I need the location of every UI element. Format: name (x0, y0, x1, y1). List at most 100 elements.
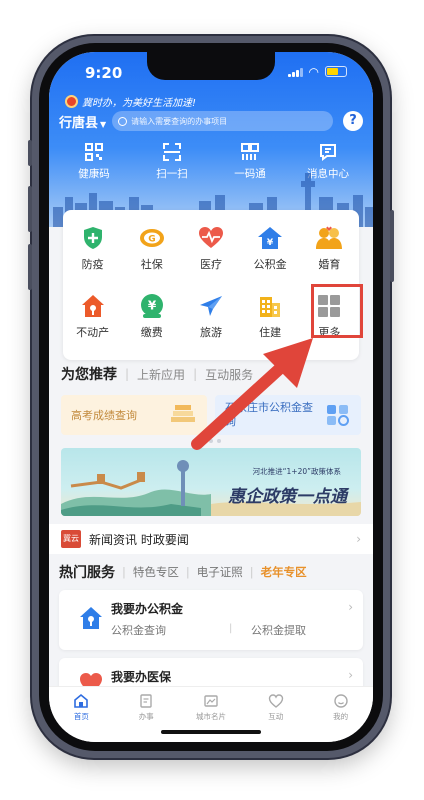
tab-divider: | (125, 367, 130, 381)
tab-interactive[interactable]: 互动服务 (205, 366, 253, 383)
tab-divider: | (185, 565, 190, 579)
search-input[interactable]: 请输入需要查询的办事项目 (112, 111, 333, 131)
phone-screen: 9:20 ◠ 冀时办，为美好生活加速! 行唐县 ▼ 请输入需要查询的办事项目 ? … (49, 52, 373, 742)
county-selector[interactable]: 行唐县 ▼ (59, 112, 106, 131)
recommend-cards: 高考成绩查询 石家庄市公积金查询 (61, 395, 361, 435)
tab-hot-services[interactable]: 热门服务 (59, 562, 115, 582)
news-text: 新闻资讯 时政要闻 (89, 532, 189, 547)
tab-city-card[interactable]: 城市名片 (181, 693, 241, 742)
tab-affairs[interactable]: 办事 (116, 693, 176, 742)
wifi-icon: ◠ (308, 64, 319, 79)
tab-label: 互动 (268, 712, 284, 721)
tab-label: 城市名片 (195, 712, 226, 721)
home-indicator (161, 730, 261, 734)
house-fund-icon: ¥ (256, 224, 284, 252)
building-icon (256, 292, 284, 320)
service-title: 我要办公积金 (111, 602, 184, 616)
svg-text:¥: ¥ (148, 299, 157, 313)
service-epidemic[interactable]: 防疫 (65, 224, 121, 272)
service-label: 住建 (259, 326, 282, 339)
service-label: 缴费 (140, 326, 163, 339)
payment-icon: ¥ (138, 292, 166, 320)
service-payment[interactable]: ¥ 缴费 (124, 292, 180, 340)
card-label: 石家庄市公积金查询 (225, 401, 313, 428)
volume-down-button (28, 244, 32, 290)
service-label: 医疗 (199, 258, 222, 271)
battery-icon (325, 66, 347, 77)
city-card-icon (204, 695, 218, 707)
search-placeholder: 请输入需要查询的办事项目 (131, 116, 228, 126)
banner-subtitle: 河北推进“1+20”政策体系 (252, 467, 341, 476)
county-label: 行唐县 (59, 115, 99, 131)
tab-featured-zone[interactable]: 特色专区 (133, 564, 179, 580)
tab-recommended[interactable]: 为您推荐 (61, 364, 117, 384)
service-label: 公积金 (253, 258, 287, 271)
carousel-indicator (197, 439, 221, 443)
couple-icon (315, 224, 343, 252)
app-logo-icon (65, 95, 78, 108)
service-marriage-birth[interactable]: 婚育 (301, 224, 357, 272)
service-medical[interactable]: 医疗 (183, 224, 239, 272)
mute-switch (28, 140, 32, 166)
heart-pulse-icon (197, 224, 225, 252)
message-icon (320, 144, 336, 161)
card-label: 高考成绩查询 (71, 409, 137, 422)
search-icon (118, 116, 128, 126)
slogan-text: 冀时办，为美好生活加速! (82, 98, 197, 109)
apps-icon (327, 405, 349, 426)
link-fund-query[interactable]: 公积金查询 (111, 622, 166, 638)
service-title: 我要办医保 (111, 670, 172, 684)
service-grid: 防疫 G 社保 医疗 ¥ 公积金 婚育 不动产 ¥ 缴费 旅游 住建 更多 (63, 210, 363, 360)
chevron-right-icon: › (348, 668, 353, 682)
tab-profile[interactable]: 我的 (311, 693, 371, 742)
tab-label: 首页 (73, 712, 89, 721)
svg-text:¥: ¥ (267, 238, 274, 248)
service-card-housing-fund[interactable]: 我要办公积金 公积金查询 | 公积金提取 › (59, 590, 363, 650)
notch (147, 52, 275, 80)
hot-service-tabs: 热门服务 | 特色专区 | 电子证照 | 老年专区 (59, 562, 307, 582)
service-label: 防疫 (81, 258, 104, 271)
tab-home[interactable]: 首页 (51, 693, 111, 742)
plane-icon (197, 292, 225, 320)
house-key-icon (80, 607, 102, 629)
chevron-down-icon: ▼ (100, 119, 107, 129)
status-time: 9:20 (85, 64, 123, 82)
document-icon (140, 694, 152, 708)
status-icons: ◠ (287, 64, 347, 79)
heart-outline-icon (268, 694, 283, 708)
service-label: 婚育 (318, 258, 341, 271)
link-fund-withdraw[interactable]: 公积金提取 (251, 622, 306, 638)
tab-divider: | (193, 367, 198, 381)
service-travel[interactable]: 旅游 (183, 292, 239, 340)
tab-elderly-zone[interactable]: 老年专区 (261, 564, 307, 580)
card-sjz-housing-fund[interactable]: 石家庄市公积金查询 (215, 395, 361, 435)
power-button (390, 210, 394, 282)
customer-service-icon[interactable]: ? (343, 111, 363, 131)
service-housing-fund[interactable]: ¥ 公积金 (242, 224, 298, 272)
tab-interact[interactable]: 互动 (246, 693, 306, 742)
volume-up-button (28, 186, 32, 232)
app-slogan: 冀时办，为美好生活加速! (65, 94, 196, 109)
user-icon (333, 694, 348, 708)
scan-icon (163, 143, 181, 161)
tab-divider: | (122, 565, 126, 579)
tab-divider: | (249, 565, 254, 579)
service-label: 旅游 (199, 326, 222, 339)
social-security-icon: G (138, 224, 166, 252)
promo-banner[interactable]: 河北推进“1+20”政策体系 惠企政策一点通 (61, 448, 361, 516)
recommend-tabs: 为您推荐 | 上新应用 | 互动服务 (61, 364, 253, 384)
service-real-estate[interactable]: 不动产 (65, 292, 121, 340)
tab-label: 我的 (333, 712, 349, 721)
card-gaokao-score[interactable]: 高考成绩查询 (61, 395, 207, 435)
link-divider: | (229, 623, 233, 634)
service-social-security[interactable]: G 社保 (124, 224, 180, 272)
news-badge: 冀云 (61, 530, 81, 548)
tab-e-licenses[interactable]: 电子证照 (197, 564, 243, 580)
books-icon (171, 405, 195, 422)
chevron-right-icon: › (356, 532, 361, 546)
barcode-icon (241, 143, 259, 160)
tab-label: 办事 (138, 712, 154, 721)
news-bar[interactable]: 冀云 新闻资讯 时政要闻 › (49, 524, 373, 554)
service-construction[interactable]: 住建 (242, 292, 298, 340)
tab-new-apps[interactable]: 上新应用 (137, 366, 185, 383)
